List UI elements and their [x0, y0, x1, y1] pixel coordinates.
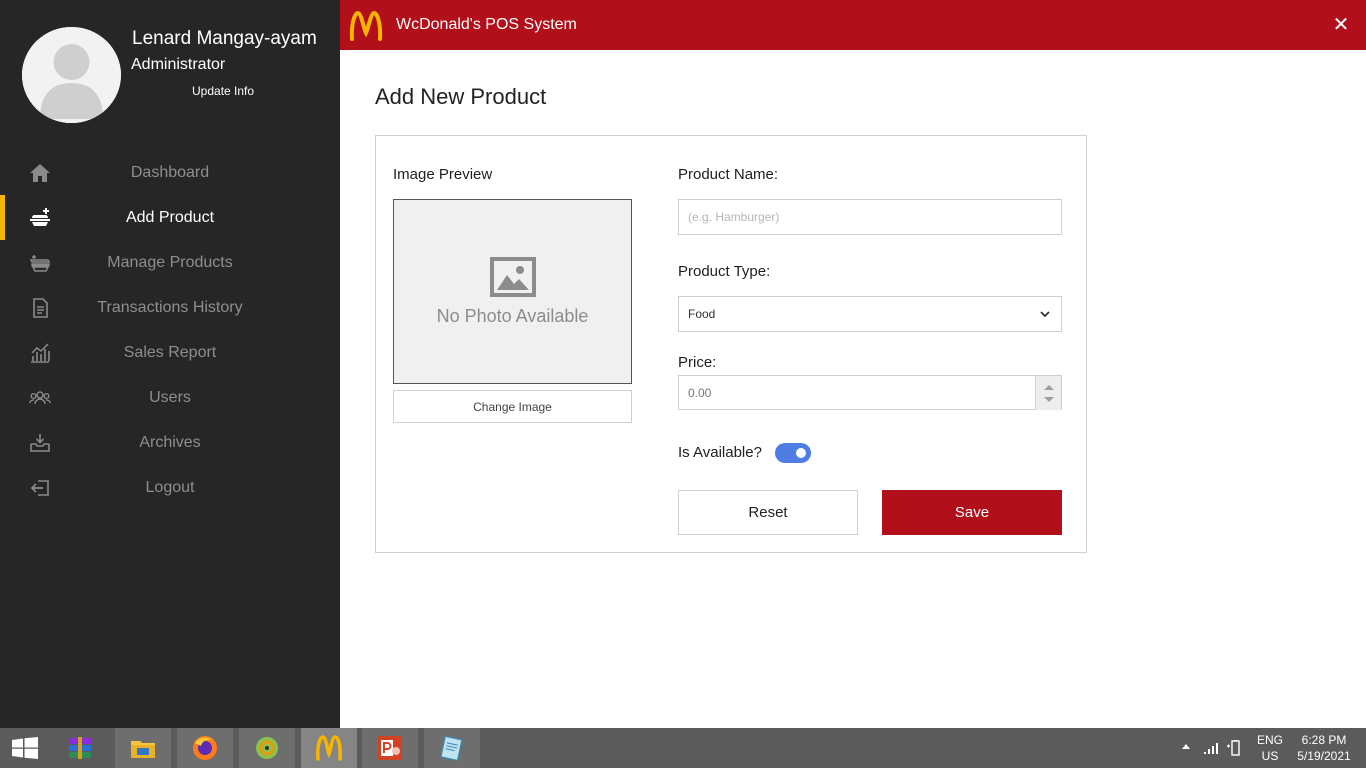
- price-stepper[interactable]: [1035, 376, 1061, 410]
- notepad-icon[interactable]: [424, 728, 480, 768]
- sidebar-nav: Dashboard Add Product Manage Products Tr…: [0, 150, 340, 510]
- image-preview-label: Image Preview: [393, 166, 493, 183]
- sidebar-item-users[interactable]: Users: [0, 375, 340, 420]
- battery-icon[interactable]: [1226, 740, 1244, 756]
- price-value: 0.00: [688, 385, 712, 400]
- file-explorer-icon[interactable]: [115, 728, 171, 768]
- region-code: US: [1261, 749, 1279, 763]
- powerpoint-icon[interactable]: [362, 728, 418, 768]
- price-label: Price:: [678, 354, 717, 371]
- sidebar-item-logout[interactable]: Logout: [0, 465, 340, 510]
- product-type-select[interactable]: Food: [678, 296, 1062, 332]
- wcdonalds-logo-icon: [349, 10, 383, 41]
- windows-start-icon[interactable]: [12, 737, 38, 759]
- system-clock[interactable]: 6:28 PM 5/19/2021: [1292, 732, 1356, 764]
- change-image-button[interactable]: Change Image: [393, 390, 632, 423]
- is-available-toggle[interactable]: [775, 443, 811, 463]
- product-name-input[interactable]: (e.g. Hamburger): [678, 199, 1062, 235]
- taskbar: ENG US 6:28 PM 5/19/2021: [0, 728, 1366, 768]
- network-icon[interactable]: [1202, 740, 1220, 756]
- image-preview: No Photo Available: [393, 199, 632, 384]
- sidebar-item-label: Manage Products: [107, 253, 233, 271]
- tray-expand-icon[interactable]: [1182, 744, 1190, 749]
- user-name: Lenard Mangay-ayam: [132, 28, 317, 49]
- sidebar-item-label: Sales Report: [123, 343, 217, 361]
- sidebar-item-sales-report[interactable]: Sales Report: [0, 330, 340, 375]
- chevron-down-icon: [1040, 311, 1050, 318]
- language-indicator[interactable]: ENG US: [1256, 732, 1284, 764]
- update-info-link[interactable]: Update Info: [192, 84, 254, 98]
- no-photo-text: No Photo Available: [436, 306, 589, 326]
- user-silhouette-icon: [22, 27, 121, 123]
- sidebar-item-label: Dashboard: [130, 163, 210, 181]
- product-name-label: Product Name:: [678, 166, 779, 183]
- wcdonalds-app-icon[interactable]: [301, 728, 357, 768]
- sidebar: Lenard Mangay-ayam Administrator Update …: [0, 0, 340, 728]
- sidebar-item-archives[interactable]: Archives: [0, 420, 340, 465]
- firefox-icon[interactable]: [177, 728, 233, 768]
- page-title: Add New Product: [375, 84, 547, 109]
- product-type-value: Food: [688, 307, 716, 321]
- clock-date: 5/19/2021: [1297, 749, 1351, 763]
- sidebar-item-manage-products[interactable]: Manage Products: [0, 240, 340, 285]
- product-type-label: Product Type:: [678, 263, 771, 280]
- save-button[interactable]: Save: [882, 490, 1062, 535]
- stepper-up-icon[interactable]: [1044, 385, 1054, 390]
- sidebar-item-label: Logout: [145, 478, 195, 496]
- sidebar-item-transactions-history[interactable]: Transactions History: [0, 285, 340, 330]
- user-role: Administrator: [131, 56, 226, 73]
- clock-time: 6:28 PM: [1301, 733, 1347, 747]
- sidebar-item-dashboard[interactable]: Dashboard: [0, 150, 340, 195]
- avatar: [22, 27, 121, 123]
- app-title: WcDonald's POS System: [396, 16, 577, 33]
- image-placeholder-icon: [490, 257, 536, 297]
- language-code: ENG: [1256, 733, 1283, 747]
- sidebar-item-add-product[interactable]: Add Product: [0, 195, 340, 240]
- close-button[interactable]: ✕: [1330, 14, 1352, 36]
- title-bar: WcDonald's POS System ✕: [340, 0, 1366, 50]
- sidebar-item-label: Users: [149, 388, 191, 406]
- sidebar-item-label: Transactions History: [97, 298, 243, 316]
- reset-button[interactable]: Reset: [678, 490, 858, 535]
- sidebar-item-label: Add Product: [125, 208, 215, 226]
- price-input[interactable]: 0.00: [678, 375, 1062, 410]
- winrar-icon[interactable]: [52, 728, 108, 768]
- stepper-down-icon[interactable]: [1044, 397, 1054, 402]
- sidebar-item-label: Archives: [139, 433, 201, 451]
- chameleon-app-icon[interactable]: [239, 728, 295, 768]
- is-available-label: Is Available?: [678, 444, 762, 461]
